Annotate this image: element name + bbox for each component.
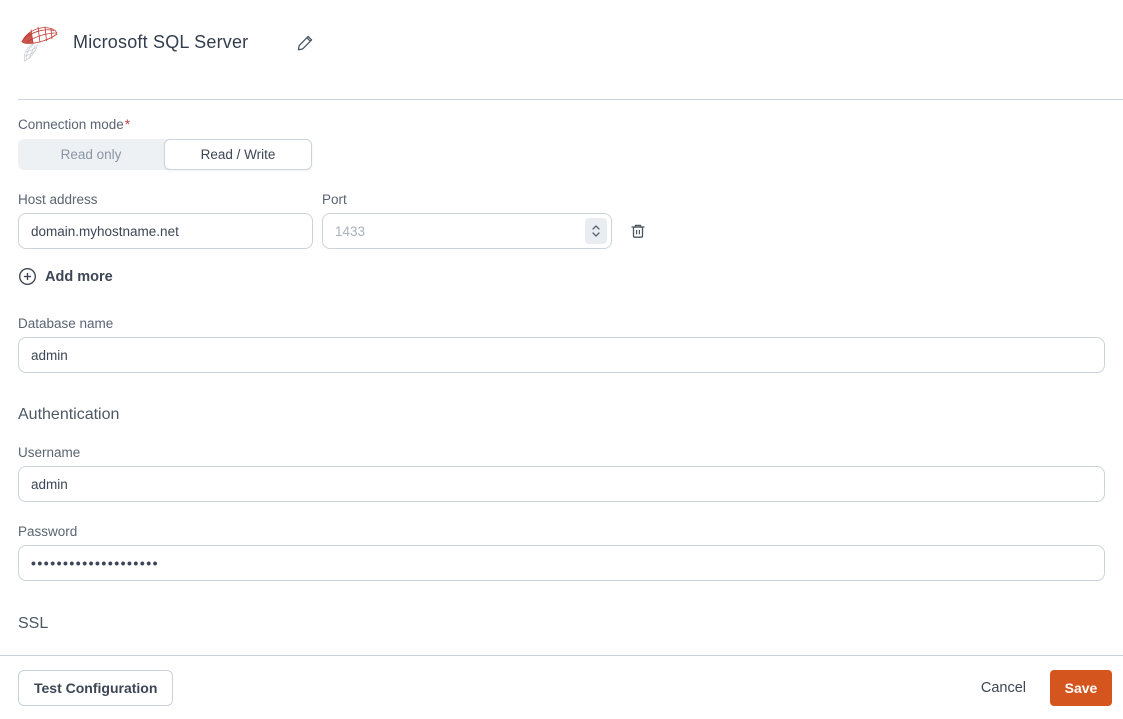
sql-server-logo: [21, 26, 58, 62]
username-label: Username: [18, 445, 81, 460]
password-label: Password: [18, 524, 78, 539]
page-title: Microsoft SQL Server: [73, 31, 249, 52]
authentication-heading: Authentication: [18, 406, 120, 423]
remove-host-button[interactable]: [629, 222, 647, 240]
connection-settings-page: Microsoft SQL Server Connection mode* Re…: [0, 0, 1123, 719]
database-name-input[interactable]: [18, 337, 1105, 373]
add-more-label: Add more: [45, 268, 113, 285]
chevron-up-down-icon: [592, 225, 600, 237]
required-asterisk: *: [124, 117, 131, 132]
connection-form: Connection mode* Read only Read / Write …: [0, 116, 1123, 633]
port-input[interactable]: [322, 213, 612, 249]
trash-icon: [631, 224, 645, 238]
read-only-option[interactable]: Read only: [18, 139, 164, 170]
connection-mode-label-text: Connection mode: [18, 117, 124, 132]
save-button[interactable]: Save: [1050, 669, 1112, 706]
username-input[interactable]: [18, 466, 1105, 502]
plus-circle-icon: [19, 268, 36, 285]
form-footer: Test Configuration Cancel Save: [0, 655, 1123, 719]
host-address-input[interactable]: [18, 213, 313, 249]
read-write-option[interactable]: Read / Write: [164, 139, 312, 170]
host-port-row: Host address Port: [18, 191, 1105, 249]
database-name-label: Database name: [18, 316, 114, 331]
password-input[interactable]: [18, 545, 1105, 581]
edit-title-button[interactable]: [296, 33, 315, 52]
header-divider: [18, 99, 1123, 100]
cancel-button[interactable]: Cancel: [981, 680, 1026, 696]
ssl-heading: SSL: [18, 615, 49, 632]
page-header: Microsoft SQL Server: [0, 0, 1123, 62]
port-label: Port: [322, 192, 347, 207]
connection-mode-label: Connection mode*: [18, 116, 1105, 133]
host-address-label: Host address: [18, 192, 98, 207]
add-more-button[interactable]: Add more: [18, 267, 113, 286]
connection-mode-toggle: Read only Read / Write: [18, 139, 312, 170]
test-configuration-button[interactable]: Test Configuration: [18, 669, 174, 706]
port-stepper[interactable]: [585, 218, 607, 244]
pencil-icon: [298, 35, 313, 50]
